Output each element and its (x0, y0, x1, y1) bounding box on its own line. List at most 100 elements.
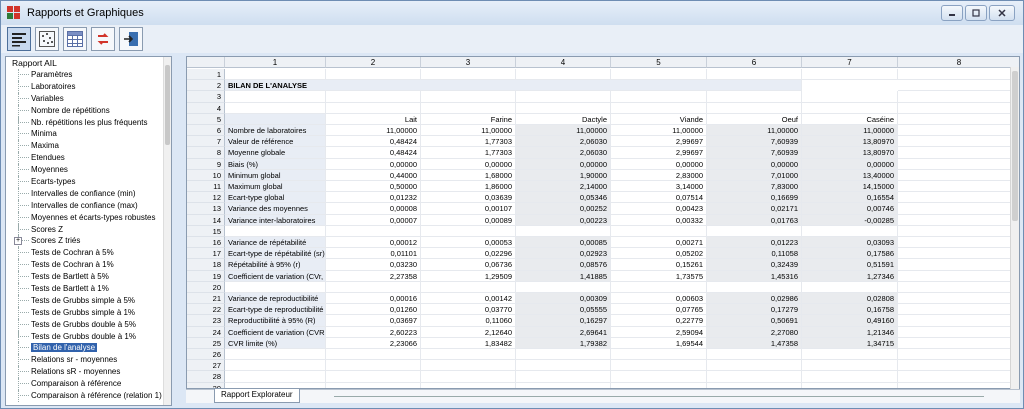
value-cell[interactable]: 11,00000 (516, 125, 611, 137)
maximize-button[interactable] (965, 5, 987, 21)
row-number[interactable]: 8 (187, 147, 225, 159)
empty-cell[interactable] (898, 293, 1019, 305)
value-cell[interactable]: 0,32439 (707, 259, 802, 271)
value-cell[interactable]: 0,00000 (326, 158, 421, 170)
empty-cell[interactable] (898, 337, 1019, 349)
tree-item[interactable]: Variables (6, 92, 164, 105)
empty-cell[interactable] (898, 371, 1019, 383)
value-cell[interactable]: 1,68000 (421, 169, 516, 181)
value-cell[interactable] (802, 69, 898, 81)
value-cell[interactable]: 0,00423 (611, 203, 707, 215)
value-cell[interactable]: 2,14000 (516, 181, 611, 193)
row-label-cell[interactable]: CVR limite (%) (225, 337, 326, 349)
value-cell[interactable]: 1,45316 (707, 270, 802, 282)
tree-item[interactable]: Tests de Grubbs double à 5% (6, 318, 164, 331)
export-button[interactable] (119, 27, 143, 51)
row-label-cell[interactable] (225, 349, 326, 361)
row-label-cell[interactable]: Reproductibilité à 95% (R) (225, 315, 326, 327)
empty-cell[interactable] (898, 349, 1019, 361)
value-cell[interactable]: 11,00000 (611, 125, 707, 137)
value-cell[interactable]: 0,48424 (326, 147, 421, 159)
report-grid[interactable]: 1 2 3 4 5 6 7 8 1 2 BILAN DE L'ANALYSE 3 4 5 Lait Farin… (186, 56, 1020, 389)
empty-cell[interactable] (898, 113, 1019, 125)
column-header[interactable]: 2 (326, 57, 421, 68)
row-label-cell[interactable]: Maximum global (225, 181, 326, 193)
tab-horizontal-scroll[interactable] (334, 396, 984, 397)
row-number[interactable]: 16 (187, 237, 225, 249)
value-cell[interactable] (707, 281, 802, 293)
value-cell[interactable]: 0,44000 (326, 169, 421, 181)
column-header[interactable]: 8 (898, 57, 1019, 68)
row-label-cell[interactable]: Coefficient de variation (CVr, %) (225, 270, 326, 282)
row-number[interactable]: 22 (187, 304, 225, 316)
value-cell[interactable]: 1,79382 (516, 337, 611, 349)
value-cell[interactable]: 1,41885 (516, 270, 611, 282)
value-cell[interactable]: 0,11060 (421, 315, 516, 327)
value-cell[interactable]: 0,07765 (611, 304, 707, 316)
value-cell[interactable]: 0,01101 (326, 248, 421, 260)
empty-cell[interactable] (898, 214, 1019, 226)
tree-item[interactable]: Tests de Grubbs double à 1% (6, 330, 164, 343)
row-number[interactable]: 9 (187, 158, 225, 170)
tree-item[interactable]: Tests de Grubbs simple à 1% (6, 306, 164, 319)
value-cell[interactable]: 2,06030 (516, 136, 611, 148)
tree-item[interactable]: Scores Z (6, 223, 164, 236)
value-cell[interactable]: 0,03230 (326, 259, 421, 271)
value-cell[interactable]: 2,60223 (326, 326, 421, 338)
report-view-button[interactable] (7, 27, 31, 51)
value-cell[interactable] (326, 69, 421, 81)
value-cell[interactable] (421, 371, 516, 383)
value-cell[interactable]: 0,00223 (516, 214, 611, 226)
value-cell[interactable]: 13,80970 (802, 147, 898, 159)
value-cell[interactable]: 0,00603 (611, 293, 707, 305)
empty-cell[interactable] (898, 259, 1019, 271)
value-cell[interactable] (421, 360, 516, 372)
value-cell[interactable]: 2,12640 (421, 326, 516, 338)
empty-cell[interactable] (898, 203, 1019, 215)
row-label-cell[interactable]: Variance des moyennes (225, 203, 326, 215)
value-cell[interactable] (802, 281, 898, 293)
value-cell[interactable]: 0,05346 (516, 192, 611, 204)
row-number[interactable]: 25 (187, 337, 225, 349)
value-cell[interactable] (326, 225, 421, 237)
value-cell[interactable]: 1,90000 (516, 169, 611, 181)
empty-cell[interactable] (898, 169, 1019, 181)
value-cell[interactable] (611, 371, 707, 383)
value-cell[interactable] (421, 102, 516, 114)
refresh-button[interactable] (91, 27, 115, 51)
column-header[interactable]: 6 (707, 57, 802, 68)
value-cell[interactable]: 7,83000 (707, 181, 802, 193)
empty-cell[interactable] (898, 136, 1019, 148)
tree-item[interactable]: Nombre de répétitions (6, 104, 164, 117)
row-number[interactable]: 20 (187, 281, 225, 293)
value-cell[interactable]: 0,15261 (611, 259, 707, 271)
row-label-cell[interactable]: Variance de répétabilité (225, 237, 326, 249)
value-cell[interactable]: 0,49160 (802, 315, 898, 327)
value-cell[interactable]: 0,50000 (326, 181, 421, 193)
tree-item[interactable]: Laboratoires (6, 80, 164, 93)
tree-item[interactable]: Paramètres (6, 69, 164, 81)
tree-item[interactable]: Relations sr - moyennes (6, 354, 164, 367)
value-cell[interactable]: 0,01232 (326, 192, 421, 204)
value-cell[interactable]: 0,00746 (802, 203, 898, 215)
series-header-cell[interactable]: Lait (326, 113, 421, 125)
empty-cell[interactable] (898, 192, 1019, 204)
value-cell[interactable]: 2,27080 (707, 326, 802, 338)
grid-view-button[interactable] (63, 27, 87, 51)
tree-item[interactable]: Tests de Bartlett à 5% (6, 271, 164, 284)
value-cell[interactable]: 0,00085 (516, 237, 611, 249)
value-cell[interactable]: 0,01763 (707, 214, 802, 226)
row-number[interactable]: 1 (187, 69, 225, 81)
value-cell[interactable]: 0,22779 (611, 315, 707, 327)
row-label-cell[interactable] (225, 281, 326, 293)
tree-item[interactable]: Bilan de l'analyse (6, 342, 164, 355)
value-cell[interactable]: 1,73575 (611, 270, 707, 282)
empty-cell[interactable] (898, 102, 1019, 114)
tree-item[interactable]: Maxima (6, 140, 164, 153)
value-cell[interactable]: 2,99697 (611, 136, 707, 148)
row-number[interactable]: 11 (187, 181, 225, 193)
row-number[interactable]: 17 (187, 248, 225, 260)
value-cell[interactable]: 0,02808 (802, 293, 898, 305)
row-number[interactable]: 26 (187, 349, 225, 361)
value-cell[interactable] (421, 281, 516, 293)
